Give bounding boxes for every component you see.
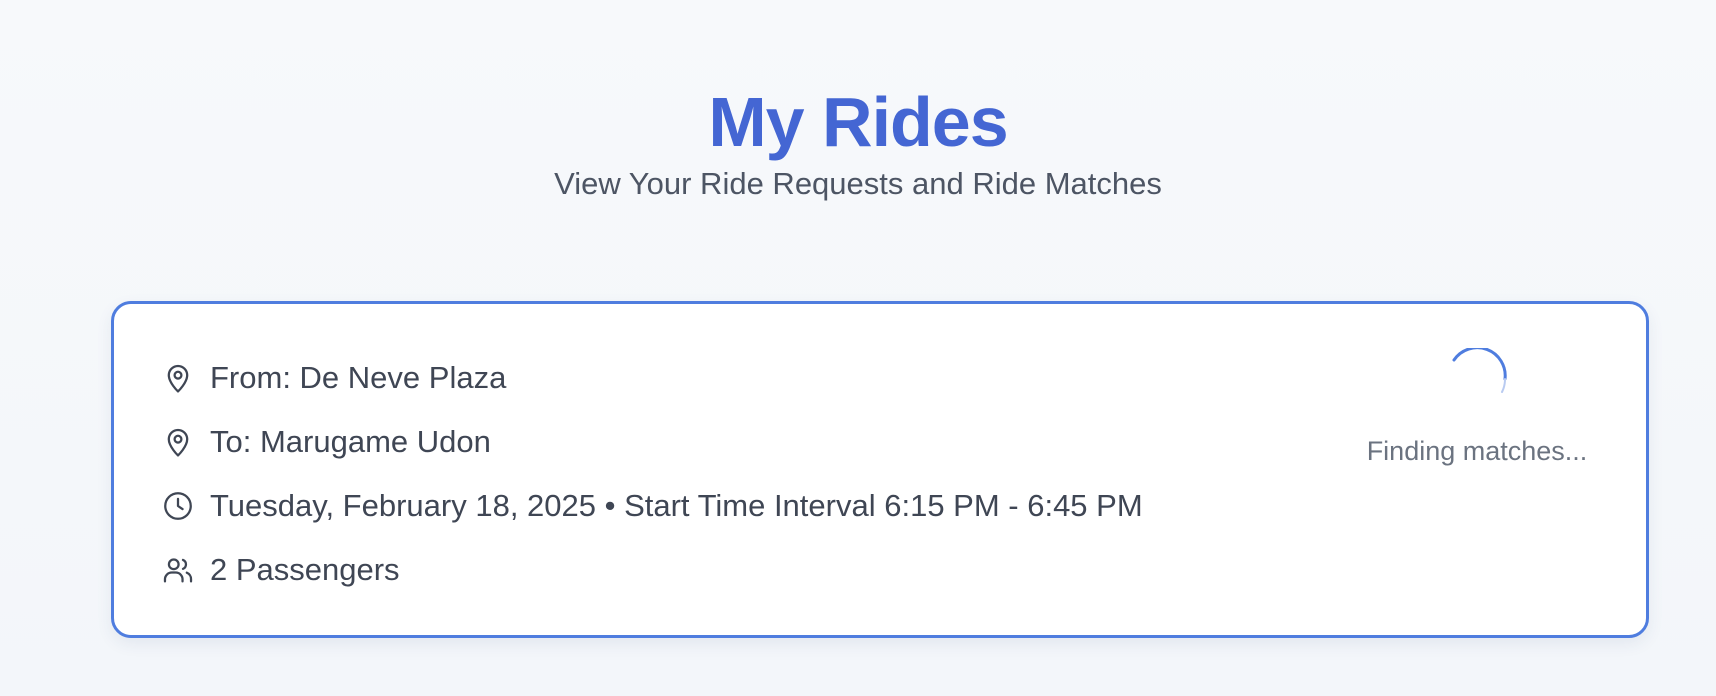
ride-from-text: From: De Neve Plaza <box>210 360 507 395</box>
map-pin-icon <box>160 360 196 396</box>
ride-passengers-text: 2 Passengers <box>210 552 400 587</box>
match-status: Finding matches... <box>1352 346 1602 468</box>
ride-to-row: To: Marugame Udon <box>160 422 491 462</box>
ride-schedule-row: Tuesday, February 18, 2025 • Start Time … <box>160 486 1143 526</box>
users-icon <box>160 552 196 588</box>
match-status-text: Finding matches... <box>1366 436 1588 466</box>
ride-to-text: To: Marugame Udon <box>210 424 491 459</box>
ride-from-row: From: De Neve Plaza <box>160 358 506 398</box>
page-subtitle: View Your Ride Requests and Ride Matches <box>554 166 1162 201</box>
ride-schedule-text: Tuesday, February 18, 2025 • Start Time … <box>210 488 1143 523</box>
ride-request-card[interactable]: From: De Neve Plaza To: Marugame Udon Tu… <box>111 301 1649 638</box>
map-pin-icon <box>160 424 196 460</box>
loading-spinner-icon <box>1446 346 1508 410</box>
page-title: My Rides <box>708 82 1008 161</box>
clock-icon <box>160 488 196 524</box>
ride-passengers-row: 2 Passengers <box>160 550 400 590</box>
